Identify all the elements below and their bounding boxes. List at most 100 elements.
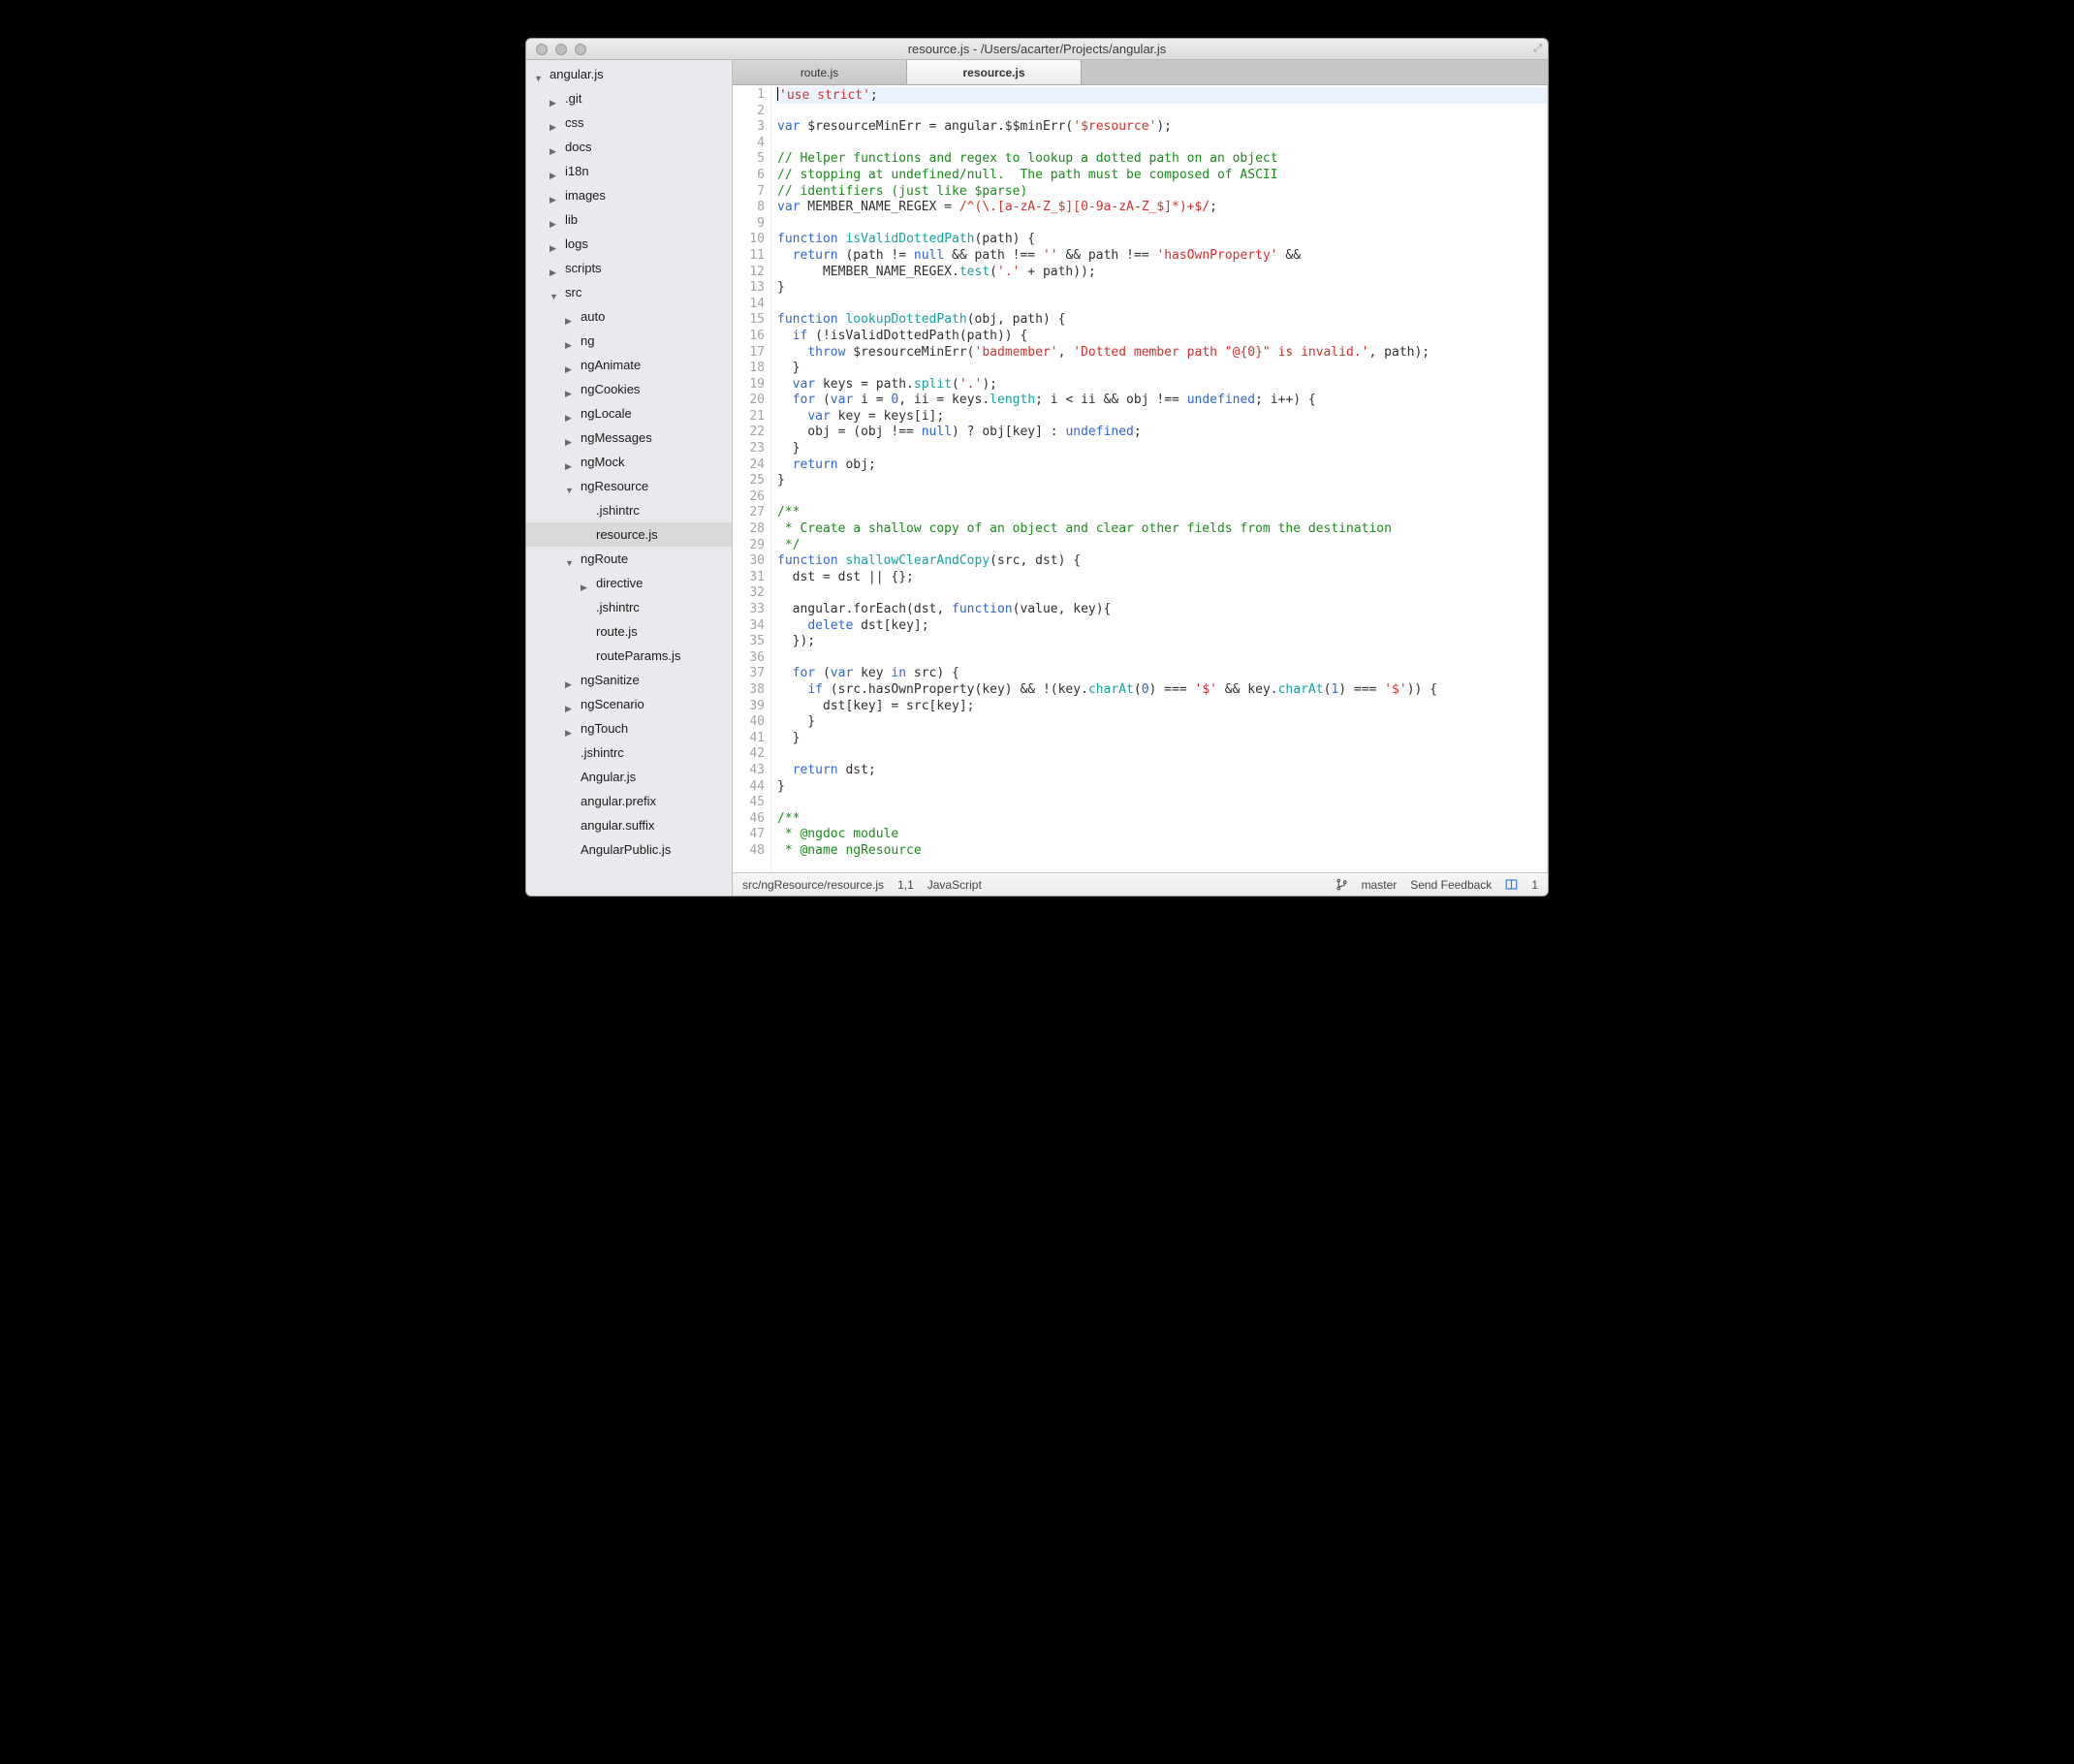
minimize-icon[interactable] (555, 44, 567, 55)
status-pane-count[interactable]: 1 (1531, 878, 1538, 892)
code-line[interactable] (775, 104, 1547, 120)
code-line[interactable]: return dst; (775, 763, 1547, 779)
code-line[interactable]: * Create a shallow copy of an object and… (775, 521, 1547, 538)
status-git-branch[interactable]: master (1362, 878, 1398, 892)
code-line[interactable]: } (775, 779, 1547, 796)
code-line[interactable]: delete dst[key]; (775, 618, 1547, 635)
tree-node[interactable]: ngMessages (526, 425, 732, 450)
code-line[interactable]: /** (775, 505, 1547, 521)
chevron-right-icon[interactable] (565, 336, 575, 346)
editor-tab[interactable]: route.js (733, 60, 907, 84)
code-line[interactable] (775, 650, 1547, 667)
tree-node[interactable]: ngAnimate (526, 353, 732, 377)
tree-node[interactable]: ngMock (526, 450, 732, 474)
code-line[interactable]: return obj; (775, 457, 1547, 474)
chevron-right-icon[interactable] (565, 457, 575, 467)
close-icon[interactable] (536, 44, 548, 55)
code-line[interactable] (775, 216, 1547, 233)
code-line[interactable]: } (775, 714, 1547, 731)
fullscreen-icon[interactable]: ⤢ (1533, 43, 1542, 55)
tree-node[interactable]: logs (526, 232, 732, 256)
code-line[interactable]: for (var i = 0, ii = keys.length; i < ii… (775, 393, 1547, 409)
status-feedback[interactable]: Send Feedback (1410, 878, 1492, 892)
code-line[interactable]: function lookupDottedPath(obj, path) { (775, 312, 1547, 329)
tree-node[interactable]: auto (526, 304, 732, 329)
code-line[interactable]: /** (775, 811, 1547, 828)
tree-node[interactable]: ngCookies (526, 377, 732, 401)
chevron-right-icon[interactable] (565, 409, 575, 419)
chevron-right-icon[interactable] (550, 142, 559, 152)
code-line[interactable]: } (775, 280, 1547, 297)
code-line[interactable]: if (!isValidDottedPath(path)) { (775, 329, 1547, 345)
code-line[interactable]: dst[key] = src[key]; (775, 699, 1547, 715)
tree-node[interactable]: ngScenario (526, 692, 732, 716)
chevron-right-icon[interactable] (565, 385, 575, 394)
tree-node[interactable]: resource.js (526, 522, 732, 547)
code-line[interactable]: } (775, 731, 1547, 747)
code-line[interactable]: for (var key in src) { (775, 666, 1547, 682)
chevron-right-icon[interactable] (565, 312, 575, 322)
tree-node[interactable]: lib (526, 207, 732, 232)
code-line[interactable]: throw $resourceMinErr('badmember', 'Dott… (775, 345, 1547, 362)
code-line[interactable]: obj = (obj !== null) ? obj[key] : undefi… (775, 425, 1547, 441)
chevron-down-icon[interactable] (565, 482, 575, 491)
tree-node[interactable]: .jshintrc (526, 595, 732, 619)
tree-node[interactable]: route.js (526, 619, 732, 644)
code-line[interactable]: * @name ngResource (775, 843, 1547, 860)
tree-node[interactable]: angular.suffix (526, 813, 732, 837)
code-line[interactable]: var keys = path.split('.'); (775, 377, 1547, 394)
code-line[interactable]: */ (775, 538, 1547, 554)
tree-node[interactable]: ngLocale (526, 401, 732, 425)
code-line[interactable]: // identifiers (just like $parse) (775, 184, 1547, 201)
panes-icon[interactable] (1505, 878, 1518, 891)
tree-node[interactable]: angular.js (526, 62, 732, 86)
tree-node[interactable]: scripts (526, 256, 732, 280)
chevron-down-icon[interactable] (550, 288, 559, 298)
code-line[interactable]: dst = dst || {}; (775, 570, 1547, 586)
tree-node[interactable]: ngResource (526, 474, 732, 498)
code-line[interactable]: var $resourceMinErr = angular.$$minErr('… (775, 119, 1547, 136)
chevron-right-icon[interactable] (550, 239, 559, 249)
code-line[interactable]: // stopping at undefined/null. The path … (775, 168, 1547, 184)
zoom-icon[interactable] (575, 44, 586, 55)
tree-node[interactable]: angular.prefix (526, 789, 732, 813)
chevron-right-icon[interactable] (565, 361, 575, 370)
code-line[interactable]: if (src.hasOwnProperty(key) && !(key.cha… (775, 682, 1547, 699)
tree-node[interactable]: .jshintrc (526, 740, 732, 765)
git-branch-icon[interactable] (1336, 878, 1348, 891)
tree-node[interactable]: css (526, 110, 732, 135)
chevron-right-icon[interactable] (581, 579, 590, 588)
code-line[interactable]: * @ngdoc module (775, 827, 1547, 843)
code-line[interactable] (775, 489, 1547, 506)
tree-node[interactable]: routeParams.js (526, 644, 732, 668)
chevron-right-icon[interactable] (550, 167, 559, 176)
code-line[interactable]: MEMBER_NAME_REGEX.test('.' + path)); (775, 265, 1547, 281)
chevron-right-icon[interactable] (550, 94, 559, 104)
project-tree[interactable]: angular.js.gitcssdocsi18nimagesliblogssc… (526, 60, 733, 896)
chevron-down-icon[interactable] (534, 70, 544, 79)
chevron-right-icon[interactable] (565, 700, 575, 709)
chevron-right-icon[interactable] (550, 215, 559, 225)
code-editor[interactable]: 1234567891011121314151617181920212223242… (733, 85, 1548, 872)
chevron-right-icon[interactable] (550, 118, 559, 128)
code-line[interactable]: angular.forEach(dst, function(value, key… (775, 602, 1547, 618)
code-line[interactable]: return (path != null && path !== '' && p… (775, 248, 1547, 265)
code-line[interactable] (775, 746, 1547, 763)
status-language[interactable]: JavaScript (927, 878, 982, 892)
code-line[interactable] (775, 795, 1547, 811)
tree-node[interactable]: i18n (526, 159, 732, 183)
tree-node[interactable]: directive (526, 571, 732, 595)
chevron-right-icon[interactable] (550, 191, 559, 201)
tree-node[interactable]: AngularPublic.js (526, 837, 732, 862)
tree-node[interactable]: ngSanitize (526, 668, 732, 692)
chevron-down-icon[interactable] (565, 554, 575, 564)
tree-node[interactable]: images (526, 183, 732, 207)
tree-node[interactable]: src (526, 280, 732, 304)
chevron-right-icon[interactable] (565, 676, 575, 685)
code-line[interactable]: var MEMBER_NAME_REGEX = /^(\.[a-zA-Z_$][… (775, 200, 1547, 216)
tree-node[interactable]: ngTouch (526, 716, 732, 740)
code-area[interactable]: 'use strict';var $resourceMinErr = angul… (771, 85, 1548, 872)
tree-node[interactable]: .jshintrc (526, 498, 732, 522)
code-line[interactable]: var key = keys[i]; (775, 409, 1547, 425)
code-line[interactable]: } (775, 361, 1547, 377)
